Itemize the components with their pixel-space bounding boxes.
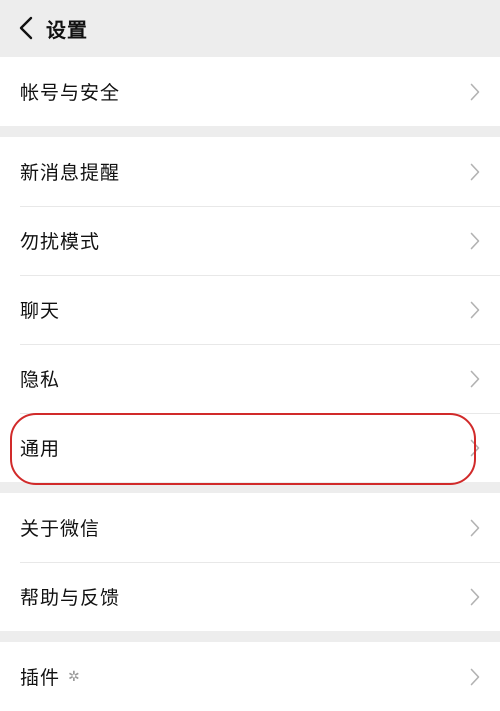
settings-group-about: 关于微信 帮助与反馈 — [0, 493, 500, 631]
settings-item-label: 插件 — [20, 667, 61, 689]
chevron-right-icon — [468, 231, 482, 251]
chevron-right-icon — [468, 438, 482, 458]
chevron-left-icon — [19, 16, 33, 40]
chevron-right-icon — [468, 369, 482, 389]
settings-item-label: 帐号与安全 — [20, 82, 121, 104]
chevron-right-icon — [468, 82, 482, 102]
chevron-right-icon — [468, 518, 482, 538]
settings-item-label: 隐私 — [20, 369, 61, 391]
settings-item-notifications[interactable]: 新消息提醒 — [0, 137, 500, 206]
settings-item-label: 新消息提醒 — [20, 162, 121, 184]
navigation-bar: 设置 — [0, 0, 500, 56]
page-title: 设置 — [46, 17, 88, 42]
settings-item-about-wechat[interactable]: 关于微信 — [0, 493, 500, 562]
settings-item-help-feedback[interactable]: 帮助与反馈 — [0, 562, 500, 631]
settings-item-label: 聊天 — [20, 300, 61, 322]
settings-group-account: 帐号与安全 — [0, 57, 500, 126]
settings-item-label: 勿扰模式 — [20, 231, 101, 253]
settings-item-do-not-disturb[interactable]: 勿扰模式 — [0, 206, 500, 275]
back-button[interactable] — [2, 0, 50, 56]
settings-group-plugins: 插件 ✲ — [0, 642, 500, 711]
chevron-right-icon — [468, 162, 482, 182]
settings-item-label: 关于微信 — [20, 518, 101, 540]
settings-item-privacy[interactable]: 隐私 — [0, 344, 500, 413]
settings-item-label: 帮助与反馈 — [20, 587, 121, 609]
settings-item-label: 通用 — [20, 438, 61, 460]
settings-group-general: 新消息提醒 勿扰模式 聊天 隐私 通用 — [0, 137, 500, 482]
chevron-right-icon — [468, 587, 482, 607]
settings-item-account-security[interactable]: 帐号与安全 — [0, 57, 500, 126]
settings-item-plugins[interactable]: 插件 ✲ — [0, 642, 500, 711]
chevron-right-icon — [468, 300, 482, 320]
settings-item-general[interactable]: 通用 — [0, 413, 500, 482]
chevron-right-icon — [468, 667, 482, 687]
settings-item-chat[interactable]: 聊天 — [0, 275, 500, 344]
sparkle-icon: ✲ — [68, 668, 80, 685]
